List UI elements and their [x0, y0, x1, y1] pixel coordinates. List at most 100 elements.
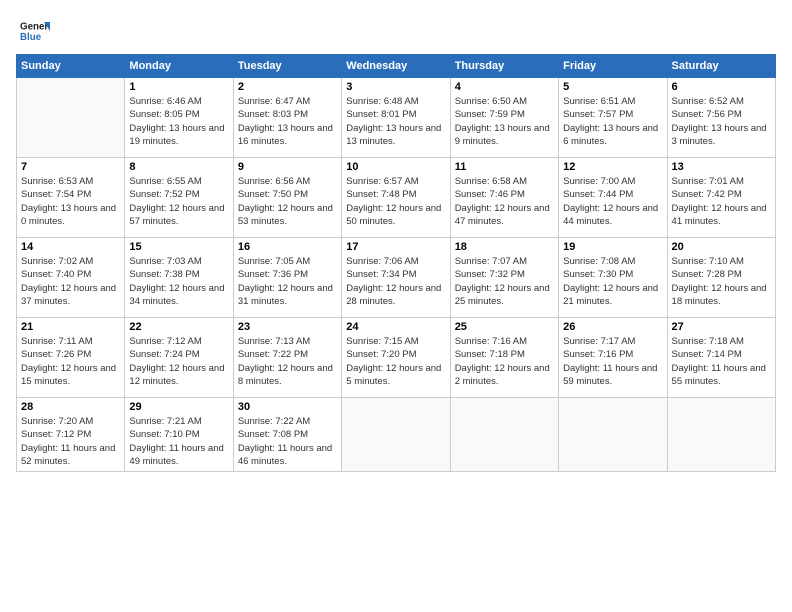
day-info: Sunrise: 6:50 AMSunset: 7:59 PMDaylight:… [455, 95, 554, 148]
day-number: 14 [21, 241, 120, 253]
week-row-0: 1Sunrise: 6:46 AMSunset: 8:05 PMDaylight… [17, 78, 776, 158]
day-info: Sunrise: 7:11 AMSunset: 7:26 PMDaylight:… [21, 335, 120, 388]
calendar-cell: 20 Sunrise: 7:10 AMSunset: 7:28 PMDayligh… [667, 238, 775, 318]
day-info: Sunrise: 7:18 AMSunset: 7:14 PMDaylight:… [672, 335, 771, 388]
weekday-header-wednesday: Wednesday [342, 55, 450, 78]
day-number: 5 [563, 81, 662, 93]
day-info: Sunrise: 7:21 AMSunset: 7:10 PMDaylight:… [129, 415, 228, 468]
calendar-cell: 5 Sunrise: 6:51 AMSunset: 7:57 PMDaylight… [559, 78, 667, 158]
day-number: 20 [672, 241, 771, 253]
day-info: Sunrise: 7:06 AMSunset: 7:34 PMDaylight:… [346, 255, 445, 308]
day-info: Sunrise: 7:00 AMSunset: 7:44 PMDaylight:… [563, 175, 662, 228]
calendar-cell: 15 Sunrise: 7:03 AMSunset: 7:38 PMDayligh… [125, 238, 233, 318]
calendar-cell: 19 Sunrise: 7:08 AMSunset: 7:30 PMDayligh… [559, 238, 667, 318]
calendar-cell: 7 Sunrise: 6:53 AMSunset: 7:54 PMDaylight… [17, 158, 125, 238]
day-info: Sunrise: 7:05 AMSunset: 7:36 PMDaylight:… [238, 255, 337, 308]
day-number: 13 [672, 161, 771, 173]
day-info: Sunrise: 7:22 AMSunset: 7:08 PMDaylight:… [238, 415, 337, 468]
day-number: 3 [346, 81, 445, 93]
day-number: 24 [346, 321, 445, 333]
day-number: 29 [129, 401, 228, 413]
day-number: 10 [346, 161, 445, 173]
day-info: Sunrise: 7:10 AMSunset: 7:28 PMDaylight:… [672, 255, 771, 308]
logo: General Blue [16, 16, 50, 46]
week-row-1: 7 Sunrise: 6:53 AMSunset: 7:54 PMDaylight… [17, 158, 776, 238]
calendar-cell: 14 Sunrise: 7:02 AMSunset: 7:40 PMDayligh… [17, 238, 125, 318]
calendar-cell: 2 Sunrise: 6:47 AMSunset: 8:03 PMDaylight… [233, 78, 341, 158]
weekday-header-monday: Monday [125, 55, 233, 78]
day-info: Sunrise: 7:15 AMSunset: 7:20 PMDaylight:… [346, 335, 445, 388]
calendar-cell: 24 Sunrise: 7:15 AMSunset: 7:20 PMDayligh… [342, 318, 450, 398]
day-number: 2 [238, 81, 337, 93]
day-number: 15 [129, 241, 228, 253]
day-number: 6 [672, 81, 771, 93]
calendar: SundayMondayTuesdayWednesdayThursdayFrid… [16, 54, 776, 472]
calendar-cell: 21 Sunrise: 7:11 AMSunset: 7:26 PMDayligh… [17, 318, 125, 398]
day-number: 12 [563, 161, 662, 173]
day-info: Sunrise: 7:03 AMSunset: 7:38 PMDaylight:… [129, 255, 228, 308]
day-info: Sunrise: 7:08 AMSunset: 7:30 PMDaylight:… [563, 255, 662, 308]
week-row-3: 21 Sunrise: 7:11 AMSunset: 7:26 PMDayligh… [17, 318, 776, 398]
day-number: 11 [455, 161, 554, 173]
day-info: Sunrise: 7:17 AMSunset: 7:16 PMDaylight:… [563, 335, 662, 388]
calendar-cell [450, 398, 558, 472]
calendar-cell: 9Sunrise: 6:56 AMSunset: 7:50 PMDaylight… [233, 158, 341, 238]
day-info: Sunrise: 7:01 AMSunset: 7:42 PMDaylight:… [672, 175, 771, 228]
calendar-cell: 22 Sunrise: 7:12 AMSunset: 7:24 PMDayligh… [125, 318, 233, 398]
weekday-header-thursday: Thursday [450, 55, 558, 78]
calendar-cell: 3 Sunrise: 6:48 AMSunset: 8:01 PMDaylight… [342, 78, 450, 158]
day-number: 28 [21, 401, 120, 413]
day-info: Sunrise: 7:13 AMSunset: 7:22 PMDaylight:… [238, 335, 337, 388]
day-number: 27 [672, 321, 771, 333]
calendar-cell: 17 Sunrise: 7:06 AMSunset: 7:34 PMDayligh… [342, 238, 450, 318]
day-info: Sunrise: 7:07 AMSunset: 7:32 PMDaylight:… [455, 255, 554, 308]
calendar-cell [342, 398, 450, 472]
calendar-cell: 10 Sunrise: 6:57 AMSunset: 7:48 PMDayligh… [342, 158, 450, 238]
day-number: 25 [455, 321, 554, 333]
day-info: Sunrise: 6:53 AMSunset: 7:54 PMDaylight:… [21, 175, 120, 228]
day-info: Sunrise: 7:16 AMSunset: 7:18 PMDaylight:… [455, 335, 554, 388]
day-number: 19 [563, 241, 662, 253]
calendar-cell: 11Sunrise: 6:58 AMSunset: 7:46 PMDayligh… [450, 158, 558, 238]
calendar-cell: 27 Sunrise: 7:18 AMSunset: 7:14 PMDayligh… [667, 318, 775, 398]
weekday-header-sunday: Sunday [17, 55, 125, 78]
calendar-cell: 23Sunrise: 7:13 AMSunset: 7:22 PMDayligh… [233, 318, 341, 398]
calendar-cell: 30 Sunrise: 7:22 AMSunset: 7:08 PMDayligh… [233, 398, 341, 472]
calendar-cell: 6Sunrise: 6:52 AMSunset: 7:56 PMDaylight… [667, 78, 775, 158]
weekday-header-friday: Friday [559, 55, 667, 78]
header: General Blue [16, 16, 776, 46]
day-number: 26 [563, 321, 662, 333]
day-info: Sunrise: 7:12 AMSunset: 7:24 PMDaylight:… [129, 335, 228, 388]
calendar-cell: 12 Sunrise: 7:00 AMSunset: 7:44 PMDayligh… [559, 158, 667, 238]
day-number: 18 [455, 241, 554, 253]
calendar-cell: 1Sunrise: 6:46 AMSunset: 8:05 PMDaylight… [125, 78, 233, 158]
calendar-cell [667, 398, 775, 472]
week-row-2: 14 Sunrise: 7:02 AMSunset: 7:40 PMDayligh… [17, 238, 776, 318]
day-number: 16 [238, 241, 337, 253]
day-info: Sunrise: 7:02 AMSunset: 7:40 PMDaylight:… [21, 255, 120, 308]
weekday-header-saturday: Saturday [667, 55, 775, 78]
page: General Blue SundayMondayTuesdayWednesda… [0, 0, 792, 612]
day-info: Sunrise: 6:55 AMSunset: 7:52 PMDaylight:… [129, 175, 228, 228]
day-number: 30 [238, 401, 337, 413]
day-info: Sunrise: 6:51 AMSunset: 7:57 PMDaylight:… [563, 95, 662, 148]
calendar-cell: 29 Sunrise: 7:21 AMSunset: 7:10 PMDayligh… [125, 398, 233, 472]
day-info: Sunrise: 6:48 AMSunset: 8:01 PMDaylight:… [346, 95, 445, 148]
day-number: 22 [129, 321, 228, 333]
week-row-4: 28 Sunrise: 7:20 AMSunset: 7:12 PMDayligh… [17, 398, 776, 472]
calendar-cell: 4Sunrise: 6:50 AMSunset: 7:59 PMDaylight… [450, 78, 558, 158]
day-number: 7 [21, 161, 120, 173]
weekday-header-row: SundayMondayTuesdayWednesdayThursdayFrid… [17, 55, 776, 78]
day-number: 1 [129, 81, 228, 93]
day-number: 9 [238, 161, 337, 173]
day-info: Sunrise: 6:47 AMSunset: 8:03 PMDaylight:… [238, 95, 337, 148]
day-number: 8 [129, 161, 228, 173]
svg-text:Blue: Blue [20, 32, 42, 43]
calendar-cell [559, 398, 667, 472]
day-info: Sunrise: 7:20 AMSunset: 7:12 PMDaylight:… [21, 415, 120, 468]
day-info: Sunrise: 6:57 AMSunset: 7:48 PMDaylight:… [346, 175, 445, 228]
day-number: 17 [346, 241, 445, 253]
calendar-cell: 8 Sunrise: 6:55 AMSunset: 7:52 PMDaylight… [125, 158, 233, 238]
calendar-cell: 28 Sunrise: 7:20 AMSunset: 7:12 PMDayligh… [17, 398, 125, 472]
day-number: 21 [21, 321, 120, 333]
